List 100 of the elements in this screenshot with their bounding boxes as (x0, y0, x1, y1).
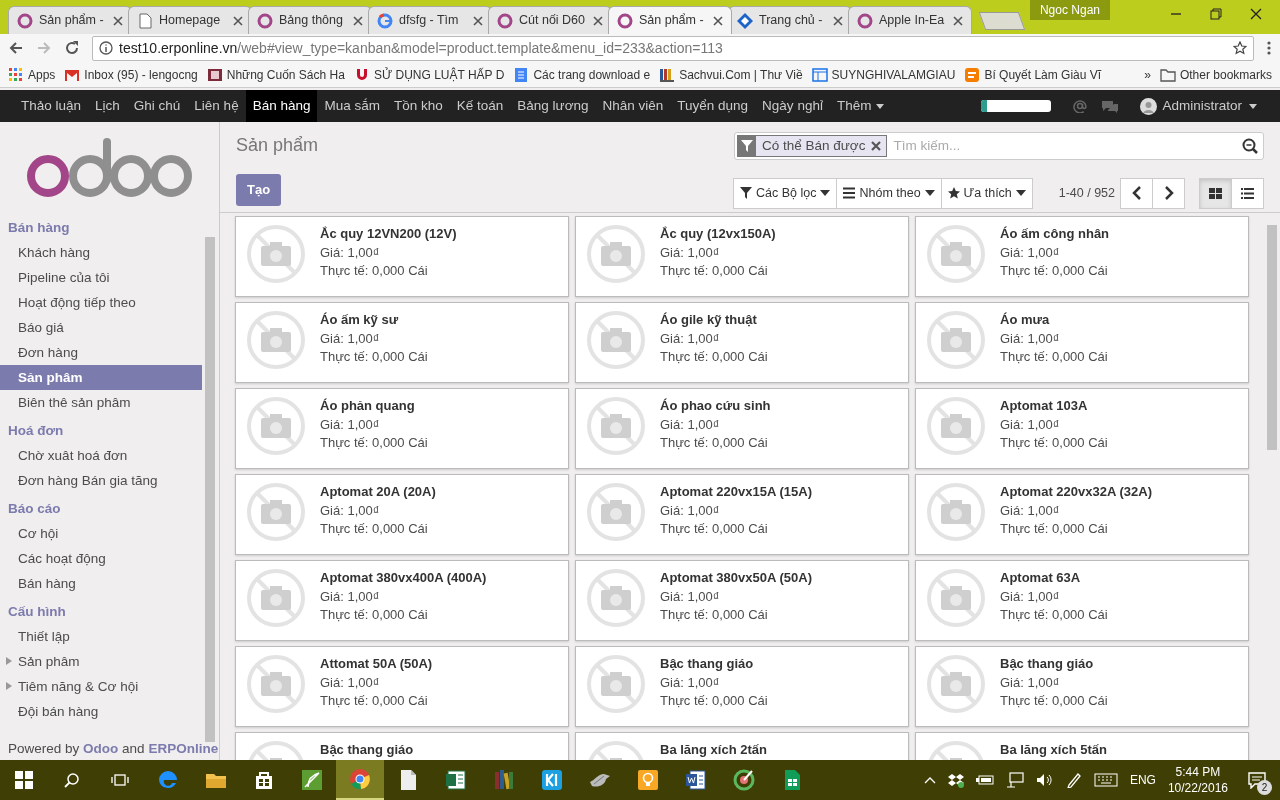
bookmark-link[interactable]: Bí Quyết Làm Giàu Vĩ (964, 65, 1102, 84)
app-menu-item[interactable]: Kế toán (449, 89, 511, 123)
sidebar-item[interactable]: Đơn hàng (0, 340, 202, 365)
product-card[interactable]: Aptomat 380vx400A (400A) Giá: 1,00₫ Thực tế: 0,000 Cái (235, 560, 569, 641)
product-card[interactable]: Aptomat 63A Giá: 1,00₫ Thực tế: 0,000 Cái (915, 560, 1249, 641)
product-card[interactable]: Aptomat 220vx32A (32A) Giá: 1,00₫ Thực tế: 0,000 Cái (915, 474, 1249, 555)
scrollbar-thumb[interactable] (1267, 225, 1277, 450)
clock-date[interactable]: 10/22/2016 (1167, 780, 1228, 796)
app-menu-item[interactable]: Mua sắm (317, 89, 387, 123)
product-card[interactable]: Bậc thang giáo Giá: 1,00₫ Thực tế: 0,000 Cái (915, 646, 1249, 727)
close-icon[interactable] (233, 15, 243, 26)
product-card[interactable]: Aptomat 380vx50A (50A) Giá: 1,00₫ Thực tế: 0,000 Cái (575, 560, 909, 641)
bookmark-link[interactable]: Các trang download e (513, 65, 651, 84)
bookmark-link[interactable]: Apps (8, 65, 56, 84)
mention-icon[interactable] (1073, 99, 1088, 113)
clock-time[interactable]: 5:44 PM (1167, 764, 1228, 780)
pen-icon[interactable] (1065, 772, 1082, 788)
browser-tab[interactable]: Bảng thông (248, 6, 372, 34)
app-menu-item[interactable]: Lịch (88, 89, 127, 123)
reload-icon[interactable] (64, 40, 80, 56)
app-menu-item[interactable]: Bảng lương (510, 89, 596, 123)
network-icon[interactable] (1005, 772, 1024, 788)
close-icon[interactable] (953, 15, 963, 26)
product-card[interactable]: Ắc quy 12VN200 (12V) Giá: 1,00₫ Thực tế: 0,000 Cái (235, 216, 569, 297)
close-icon[interactable] (1250, 8, 1262, 20)
sidebar-item[interactable]: Pipeline của tôi (0, 265, 202, 290)
product-card[interactable]: Aptomat 103A Giá: 1,00₫ Thực tế: 0,000 Cái (915, 388, 1249, 469)
product-card[interactable]: Bậc thang giáo (235, 732, 569, 762)
sidebar-item[interactable]: Cơ hội (0, 521, 202, 546)
language-indicator[interactable]: ENG (1129, 771, 1156, 789)
sidebar-item[interactable]: Báo giá (0, 315, 202, 340)
bookmark-link[interactable]: Sachvui.Com | Thư Viề (659, 65, 803, 84)
list-view-button[interactable] (1231, 177, 1264, 209)
sidebar-item[interactable]: Khách hàng (0, 240, 202, 265)
product-card[interactable]: Áo mưa Giá: 1,00₫ Thực tế: 0,000 Cái (915, 302, 1249, 383)
app-menu-item[interactable]: Tồn kho (387, 89, 450, 123)
product-card[interactable]: Áo phao cứu sinh Giá: 1,00₫ Thực tế: 0,000 Cái (575, 388, 909, 469)
bookmark-link[interactable]: SỬ DỤNG LUẬT HẤP D (353, 65, 505, 84)
product-card[interactable]: Áo ấm công nhân Giá: 1,00₫ Thực tế: 0,000 Cái (915, 216, 1249, 297)
app-menu-item[interactable]: Bán hàng (245, 89, 318, 123)
product-card[interactable]: Attomat 50A (50A) Giá: 1,00₫ Thực tế: 0,000 Cái (235, 646, 569, 727)
previous-button[interactable] (1120, 177, 1153, 209)
app-menu-item[interactable]: Liên hệ (187, 89, 246, 123)
sidebar-item[interactable]: Đơn hàng Bán gia tăng (0, 468, 202, 493)
more-menu[interactable]: Thêm (829, 89, 894, 123)
scrollbar-thumb[interactable] (205, 237, 215, 742)
box-icon[interactable] (947, 772, 964, 788)
close-icon[interactable] (713, 15, 723, 26)
sidebar-item[interactable]: Các hoạt động (0, 546, 202, 571)
notification-button[interactable]: 2 (1240, 765, 1274, 795)
kanban-view-button[interactable] (1199, 177, 1232, 209)
product-card[interactable]: Ắc quy (12vx150A) Giá: 1,00₫ Thực tế: 0,000 Cái (575, 216, 909, 297)
other-bookmarks-folder[interactable]: Other bookmarks (1159, 65, 1272, 84)
battery-icon[interactable] (975, 774, 994, 786)
product-card[interactable]: Ba lăng xích 5tấn (915, 732, 1249, 762)
sidebar-item[interactable]: Biên thê sản phâm (0, 390, 202, 415)
close-icon[interactable] (593, 15, 603, 26)
close-icon[interactable] (473, 15, 483, 26)
product-card[interactable]: Áo gile kỹ thuật Giá: 1,00₫ Thực tế: 0,000 Cái (575, 302, 909, 383)
product-card[interactable]: Áo phản quang Giá: 1,00₫ Thực tế: 0,000 Cái (235, 388, 569, 469)
sidebar-item[interactable]: Chờ xuât hoá đơn (0, 443, 202, 468)
dropdown-button[interactable]: Các Bộ lọc (733, 177, 838, 209)
user-menu[interactable]: Administrator (1133, 89, 1266, 123)
footer-link[interactable]: Odoo (83, 741, 119, 756)
browser-tab[interactable]: Sản phẩm - (608, 6, 732, 34)
star-icon[interactable] (1233, 41, 1247, 55)
sidebar-item[interactable]: Tiêm năng & Cơ hội (0, 674, 202, 699)
chat-icon[interactable] (1101, 99, 1120, 113)
volume-icon[interactable] (1035, 773, 1054, 787)
keyboard-icon[interactable] (1093, 773, 1118, 787)
app-menu-item[interactable]: Ngày nghỉ (755, 89, 830, 123)
browser-tab[interactable]: Apple In-Ea (848, 6, 972, 34)
address-bar[interactable]: test10.erponline.vn/web#view_type=kanban&model=product.template&menu_id=233&action=113 (92, 35, 1254, 61)
remove-icon[interactable] (871, 141, 882, 151)
search-field[interactable]: Có thể Bán được Tìm kiếm... (734, 132, 1264, 160)
next-button[interactable] (1152, 177, 1185, 209)
filter-facet[interactable]: Có thể Bán được (737, 135, 888, 157)
restore-icon[interactable] (1210, 8, 1222, 20)
product-card[interactable]: Aptomat 20A (20A) Giá: 1,00₫ Thực tế: 0,000 Cái (235, 474, 569, 555)
bookmark-link[interactable]: Những Cuốn Sách Ha (206, 65, 345, 84)
bookmark-link[interactable]: SUYNGHIVALAMGIAU (811, 65, 956, 84)
dropdown-button[interactable]: Nhóm theo (836, 177, 942, 209)
close-icon[interactable] (833, 15, 843, 26)
dropdown-button[interactable]: Ưa thích (940, 177, 1033, 209)
more-bookmarks-button[interactable]: » (1144, 65, 1151, 84)
create-button[interactable]: Tạo (236, 174, 282, 206)
product-card[interactable]: Ba lăng xích 2tấn (575, 732, 909, 762)
app-menu-item[interactable]: Nhân viên (595, 89, 671, 123)
sidebar-item[interactable]: Sản phâm (0, 365, 202, 390)
app-menu-item[interactable]: Ghi chú (126, 89, 188, 123)
back-icon[interactable] (8, 40, 24, 56)
close-icon[interactable] (113, 15, 123, 26)
sidebar-item[interactable]: Bán hàng (0, 571, 202, 596)
sidebar-item[interactable]: Sản phâm (0, 649, 202, 674)
search-icon[interactable] (1242, 138, 1258, 154)
menu-icon[interactable] (1266, 40, 1272, 56)
app-menu-item[interactable]: Thảo luận (14, 89, 89, 123)
sidebar-item[interactable]: Thiết lập (0, 624, 202, 649)
sidebar-item[interactable]: Hoạt động tiếp theo (0, 290, 202, 315)
product-card[interactable]: Áo ấm kỹ sư Giá: 1,00₫ Thực tế: 0,000 Cái (235, 302, 569, 383)
